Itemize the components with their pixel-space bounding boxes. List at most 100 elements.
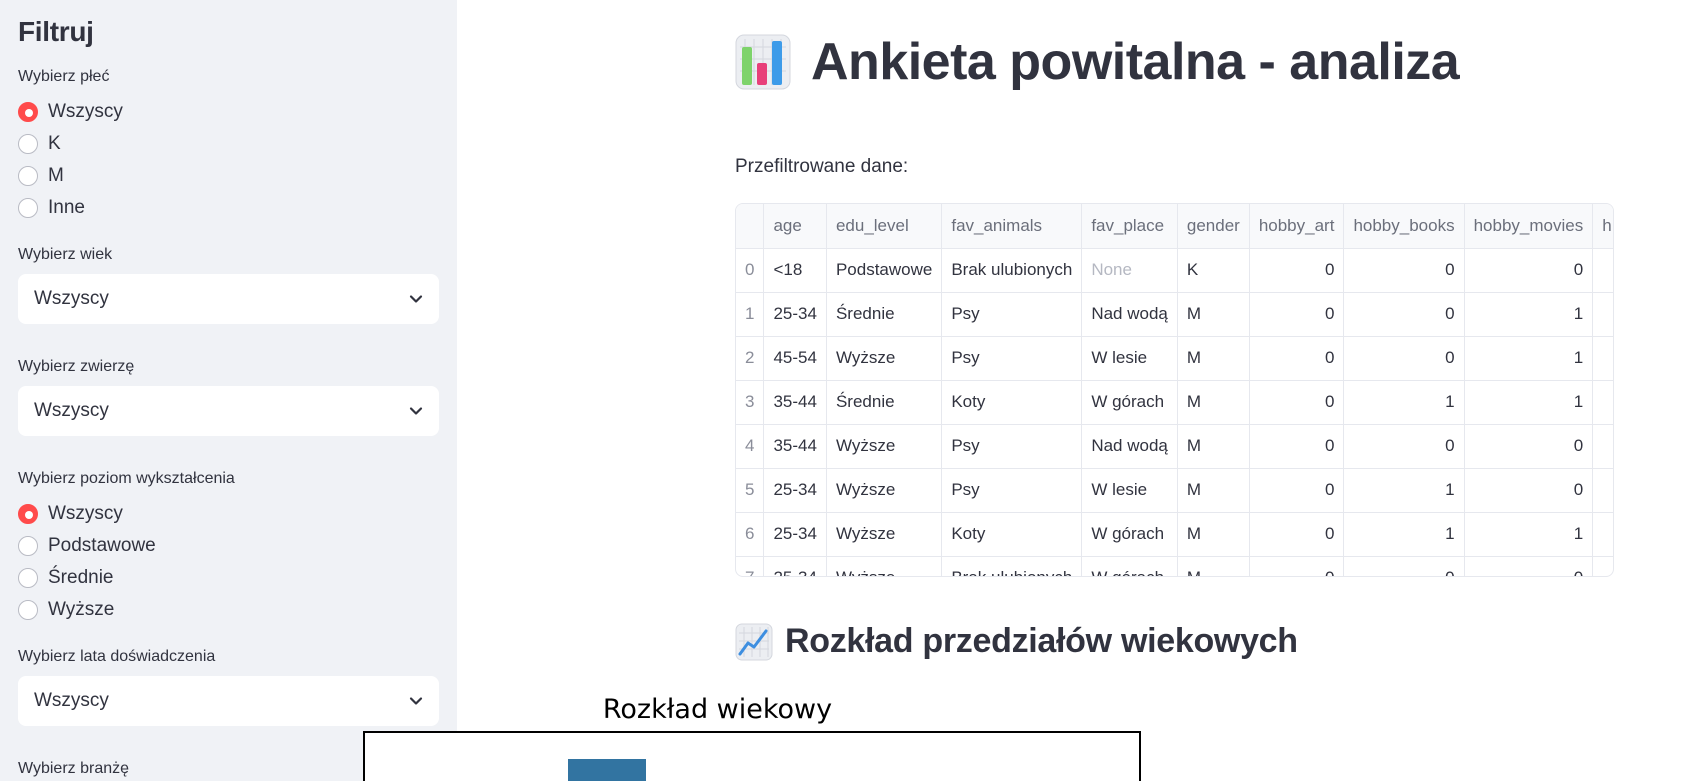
row-index: 3 — [736, 380, 765, 425]
table-cell: 0 — [1249, 336, 1345, 381]
table-cell: 0 — [1464, 248, 1594, 293]
gender-radio-k[interactable]: K — [18, 128, 439, 160]
table-row[interactable]: 5 25-34 Wyższe Psy W lesie M 0 1 0 — [736, 468, 1613, 513]
table-cell: 0 — [1343, 292, 1465, 337]
table-cell: 0 — [1343, 336, 1465, 381]
column-header[interactable]: age — [763, 204, 827, 249]
table-cell: 1 — [1464, 380, 1594, 425]
table-cell: W górach — [1081, 380, 1178, 425]
age-select-value: Wszyscy — [34, 288, 109, 309]
sidebar-title: Filtruj — [18, 16, 94, 47]
table-cell: 1 — [1343, 380, 1465, 425]
table-cell: W górach — [1081, 512, 1178, 557]
table-cell: M — [1177, 292, 1250, 337]
chart-title: Rozkład wiekowy — [602, 694, 833, 725]
row-index: 7 — [736, 556, 765, 576]
education-filter-label: Wybierz poziom wykształcenia — [18, 470, 235, 487]
chevron-down-icon — [409, 407, 423, 415]
table-cell: 25-34 — [763, 556, 827, 576]
table-cell: 1 — [1343, 468, 1465, 513]
chart-increasing-icon — [735, 623, 773, 660]
age-distribution-chart — [363, 731, 1141, 781]
education-radio-all[interactable]: Wszyscy — [18, 498, 439, 530]
education-radio-higher[interactable]: Wyższe — [18, 594, 439, 626]
animal-filter-label: Wybierz zwierzę — [18, 358, 135, 375]
table-cell: 25-34 — [763, 468, 827, 513]
table-cell: Wyższe — [826, 468, 943, 513]
table-cell — [1592, 336, 1613, 381]
gender-radio-other[interactable]: Inne — [18, 192, 439, 224]
gender-radio-m[interactable]: M — [18, 160, 439, 192]
table-cell: Wyższe — [826, 336, 943, 381]
education-radio-primary[interactable]: Podstawowe — [18, 530, 439, 562]
section-header: Rozkład przedziałów wiekowych — [735, 622, 1298, 661]
table-cell: M — [1177, 424, 1250, 469]
table-cell: W górach — [1081, 556, 1178, 576]
radio-unchecked-icon — [18, 166, 38, 186]
column-header[interactable]: hobby_movies — [1464, 204, 1594, 249]
column-header[interactable]: fav_animals — [941, 204, 1083, 249]
column-header[interactable]: hobby_books — [1343, 204, 1465, 249]
section-title: Rozkład przedziałów wiekowych — [785, 622, 1298, 660]
row-index: 5 — [736, 468, 765, 513]
column-header[interactable] — [736, 204, 765, 249]
chart-frame — [363, 731, 1141, 781]
table-cell: 0 — [1249, 380, 1345, 425]
row-index: 0 — [736, 248, 765, 293]
table-cell — [1592, 292, 1613, 337]
column-header[interactable]: edu_level — [826, 204, 943, 249]
table-cell: M — [1177, 380, 1250, 425]
radio-unchecked-icon — [18, 536, 38, 556]
table-cell: Koty — [941, 380, 1083, 425]
table-cell: Podstawowe — [826, 248, 943, 293]
radio-unchecked-icon — [18, 134, 38, 154]
table-cell: Średnie — [826, 292, 943, 337]
table-row[interactable]: 1 25-34 Średnie Psy Nad wodą M 0 0 1 — [736, 292, 1613, 337]
table-cell: Wyższe — [826, 512, 943, 557]
table-cell: 0 — [1249, 424, 1345, 469]
animal-select[interactable]: Wszyscy — [18, 386, 439, 436]
column-header[interactable]: hobby_art — [1249, 204, 1345, 249]
radio-unchecked-icon — [18, 600, 38, 620]
table-row[interactable]: 725-34WyższeBrak ulubionychW górachM000 — [736, 556, 1613, 576]
radio-checked-icon — [18, 102, 38, 122]
gender-radio-all[interactable]: Wszyscy — [18, 96, 439, 128]
animal-select-value: Wszyscy — [34, 400, 109, 421]
filtered-data-label: Przefiltrowane dane: — [735, 156, 909, 177]
table-cell — [1592, 512, 1613, 557]
table-cell: Średnie — [826, 380, 943, 425]
column-header[interactable]: h — [1592, 204, 1613, 249]
sidebar: Filtruj Wybierz płeć Wszyscy K M Inne Wy… — [0, 0, 457, 781]
table-cell: 25-34 — [763, 512, 827, 557]
table-row[interactable]: 4 35-44 Wyższe Psy Nad wodą M 0 0 0 — [736, 424, 1613, 469]
table-cell: 0 — [1249, 556, 1345, 576]
column-header[interactable]: gender — [1177, 204, 1250, 249]
table-row[interactable]: 3 35-44 Średnie Koty W górach M 0 1 1 — [736, 380, 1613, 425]
table-cell: 0 — [1464, 556, 1594, 576]
table-cell: 0 — [1464, 424, 1594, 469]
table-cell — [1592, 468, 1613, 513]
table-row[interactable]: 6 25-34 Wyższe Koty W górach M 0 1 1 — [736, 512, 1613, 557]
page-header: Ankieta powitalna - analiza — [735, 32, 1460, 92]
table-cell: 0 — [1343, 556, 1465, 576]
table-cell: 25-34 — [763, 292, 827, 337]
table-cell: 0 — [1249, 468, 1345, 513]
data-table[interactable]: age edu_level fav_animals fav_place gend… — [735, 203, 1614, 577]
table-cell: Psy — [941, 292, 1083, 337]
radio-unchecked-icon — [18, 198, 38, 218]
table-cell: 35-44 — [763, 424, 827, 469]
column-header[interactable]: fav_place — [1081, 204, 1178, 249]
table-cell: Psy — [941, 468, 1083, 513]
table-cell: Psy — [941, 336, 1083, 381]
table-cell: None — [1081, 248, 1178, 293]
table-cell: 0 — [1343, 424, 1465, 469]
bar-chart-icon — [735, 34, 791, 90]
table-row[interactable]: 0 <18 Podstawowe Brak ulubionych None K 0 0 0 — [736, 248, 1613, 293]
table-cell: W lesie — [1081, 468, 1178, 513]
row-index: 2 — [736, 336, 765, 381]
table-cell: Wyższe — [826, 424, 943, 469]
education-radio-secondary[interactable]: Średnie — [18, 562, 439, 594]
table-cell: 0 — [1343, 248, 1465, 293]
age-select[interactable]: Wszyscy — [18, 274, 439, 324]
table-row[interactable]: 2 45-54 Wyższe Psy W lesie M 0 0 1 — [736, 336, 1613, 381]
